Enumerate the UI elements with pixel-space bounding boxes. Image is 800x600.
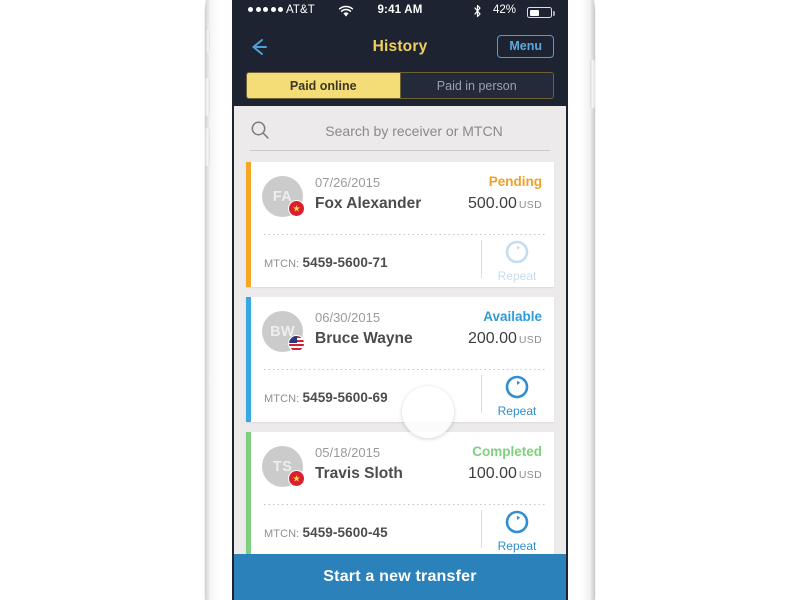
tab-paid-in-person[interactable]: Paid in person [399,73,553,98]
footer-separator [481,240,482,278]
repeat-label: Repeat [497,269,537,283]
repeat-icon [505,240,529,264]
country-flag-icon: ★ [288,200,305,217]
phone-volume-up-button[interactable] [205,78,210,116]
battery-icon [527,7,555,18]
repeat-button[interactable]: Repeat [488,374,546,418]
search-input[interactable] [280,119,548,143]
transaction-card[interactable]: BW 06/30/2015 Bruce Wayne Available 200.… [246,297,554,422]
transaction-amount: 100.00 USD [468,465,542,483]
bluetooth-icon [473,4,482,23]
transaction-card[interactable]: TS ★ 05/18/2015 Travis Sloth Completed 1… [246,432,554,557]
transaction-amount: 200.00 USD [468,330,542,348]
phone-volume-down-button[interactable] [205,128,210,166]
repeat-icon [505,510,529,534]
amount-currency: USD [518,334,542,346]
phone-power-button[interactable] [590,60,595,108]
repeat-button[interactable]: Repeat [488,509,546,553]
repeat-button[interactable]: Repeat [488,239,546,283]
amount-value: 500.00 [467,195,517,212]
transaction-list: FA ★ 07/26/2015 Fox Alexander Pending 50… [234,158,566,600]
battery-fill [529,9,540,16]
mtcn-label: MTCN: [264,393,300,405]
receiver-name: Fox Alexander [315,195,422,212]
transaction-date: 06/30/2015 [315,310,381,325]
search-bar [234,106,566,158]
transaction-footer: MTCN: 5459-5600-71 Repeat [251,235,554,287]
status-badge: Completed [472,444,542,459]
segmented-tab-bar: Paid online Paid in person [234,68,566,106]
amount-value: 200.00 [467,330,517,347]
mtcn-field: MTCN: 5459-5600-69 [264,390,388,405]
battery-percent-label: 42% [492,4,516,16]
mtcn-value: 5459-5600-69 [302,390,388,405]
mtcn-field: MTCN: 5459-5600-45 [264,525,388,540]
transaction-summary: BW 06/30/2015 Bruce Wayne Available 200.… [251,297,554,369]
repeat-label: Repeat [497,404,537,418]
amount-currency: USD [518,199,542,211]
transaction-card[interactable]: FA ★ 07/26/2015 Fox Alexander Pending 50… [246,162,554,287]
repeat-icon [505,375,529,399]
mtcn-label: MTCN: [264,258,300,270]
footer-separator [481,375,482,413]
phone-silent-switch[interactable] [206,30,210,52]
amount-value: 100.00 [467,465,517,482]
country-flag-icon: ★ [288,470,305,487]
repeat-label: Repeat [497,539,537,553]
tab-paid-online[interactable]: Paid online [247,73,400,98]
transaction-amount: 500.00 USD [468,195,542,213]
status-badge: Pending [488,174,542,189]
search-underline [250,150,550,151]
search-icon [250,120,270,145]
clock-label: 9:41 AM [377,4,423,16]
mtcn-value: 5459-5600-45 [302,525,388,540]
country-flag-icon [288,335,305,352]
status-bar: AT&T 9:41 AM 42% [234,0,566,26]
transaction-footer: MTCN: 5459-5600-69 Repeat [251,370,554,422]
menu-button[interactable]: Menu [497,35,554,58]
start-new-transfer-button[interactable]: Start a new transfer [234,554,566,600]
navigation-bar: History Menu [234,26,566,68]
transaction-date: 05/18/2015 [315,445,381,460]
receiver-name: Bruce Wayne [315,330,413,347]
status-badge: Available [483,309,542,324]
transaction-date: 07/26/2015 [315,175,381,190]
phone-screen: AT&T 9:41 AM 42% History Menu Paid onlin… [234,0,566,600]
screenshot-canvas: AT&T 9:41 AM 42% History Menu Paid onlin… [0,0,800,600]
transaction-footer: MTCN: 5459-5600-45 Repeat [251,505,554,557]
mtcn-label: MTCN: [264,528,300,540]
amount-currency: USD [518,469,542,481]
mtcn-value: 5459-5600-71 [302,255,388,270]
transaction-summary: TS ★ 05/18/2015 Travis Sloth Completed 1… [251,432,554,504]
receiver-name: Travis Sloth [315,465,403,482]
transaction-summary: FA ★ 07/26/2015 Fox Alexander Pending 50… [251,162,554,234]
footer-separator [481,510,482,548]
mtcn-field: MTCN: 5459-5600-71 [264,255,388,270]
